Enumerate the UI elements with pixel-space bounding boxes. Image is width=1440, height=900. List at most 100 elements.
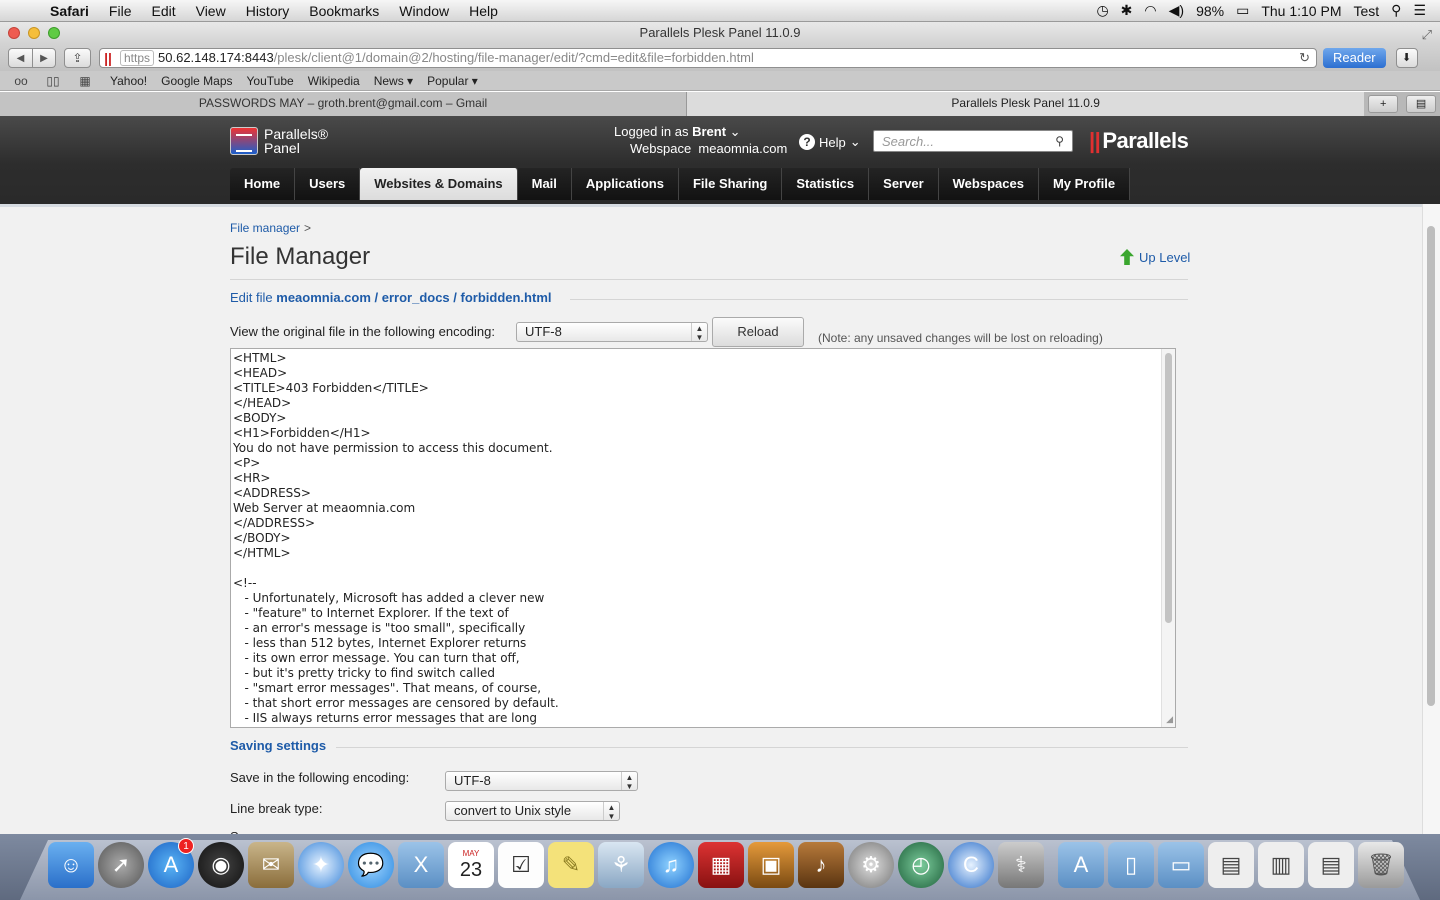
minimize-window-icon[interactable] xyxy=(28,27,40,39)
file-content-text[interactable]: <HTML> <HEAD> <TITLE>403 Forbidden</TITL… xyxy=(231,349,1175,727)
page-content: File manager > File Manager Up Level Edit… xyxy=(0,204,1422,844)
reload-button[interactable]: Reload xyxy=(712,317,804,347)
spotlight-icon[interactable]: ⚲ xyxy=(1391,2,1401,19)
menu-bookmarks[interactable]: Bookmarks xyxy=(299,3,389,19)
battery-percent[interactable]: 98% xyxy=(1196,3,1224,19)
nav-server[interactable]: Server xyxy=(869,168,939,200)
window-icon-3[interactable]: ▤ xyxy=(1308,842,1354,888)
nav-applications[interactable]: Applications xyxy=(571,168,679,200)
plesk-logo[interactable]: Parallels® Panel xyxy=(230,127,328,155)
time-machine-icon[interactable]: ◴ xyxy=(898,842,944,888)
editor-scrollbar-thumb[interactable] xyxy=(1165,353,1172,623)
share-icon[interactable]: ⇪ xyxy=(64,47,91,68)
bookmarks-book-icon[interactable]: ▯▯ xyxy=(42,74,64,88)
calendar-icon[interactable]: MAY 23 xyxy=(448,842,494,888)
folder-icon[interactable]: X xyxy=(398,842,444,888)
editor-scrollbar[interactable] xyxy=(1161,349,1175,727)
nav-users[interactable]: Users xyxy=(295,168,361,200)
zoom-window-icon[interactable] xyxy=(48,27,60,39)
nav-websites-domains[interactable]: Websites & Domains xyxy=(360,168,518,200)
forward-icon[interactable]: ▶ xyxy=(32,48,55,67)
logged-in-user-menu[interactable]: Brent xyxy=(692,124,726,139)
mail-icon[interactable]: ✉ xyxy=(248,842,294,888)
downloads-icon[interactable]: ⬇ xyxy=(1395,47,1418,68)
reading-list-icon[interactable]: oo xyxy=(10,74,32,88)
page-scrollbar-thumb[interactable] xyxy=(1427,226,1435,706)
menu-app-safari[interactable]: Safari xyxy=(40,3,99,19)
nav-home[interactable]: Home xyxy=(230,168,296,200)
bookmark-wikipedia[interactable]: Wikipedia xyxy=(308,74,360,88)
trash-icon[interactable]: 🗑 xyxy=(1358,842,1404,888)
bookmark-news-folder[interactable]: News ▾ xyxy=(374,74,413,88)
chevron-down-icon[interactable]: ⌄ xyxy=(730,124,741,139)
address-bar[interactable]: || https 50.62.148.174:8443 /plesk/clien… xyxy=(99,47,1317,68)
bookmark-popular-folder[interactable]: Popular ▾ xyxy=(427,74,478,88)
menu-edit[interactable]: Edit xyxy=(141,3,185,19)
dashboard-icon[interactable]: ◉ xyxy=(198,842,244,888)
clock[interactable]: Thu 1:10 PM xyxy=(1261,3,1341,19)
reload-icon[interactable]: ↻ xyxy=(1299,50,1310,66)
tab-plesk[interactable]: Parallels Plesk Panel 11.0.9 xyxy=(687,92,1365,116)
downloads-folder-icon[interactable]: ▭ xyxy=(1158,842,1204,888)
volume-icon[interactable]: ◀) xyxy=(1169,2,1184,19)
page-scrollbar[interactable] xyxy=(1422,204,1440,834)
bookmark-youtube[interactable]: YouTube xyxy=(247,74,294,88)
user-name[interactable]: Test xyxy=(1353,3,1379,19)
menu-history[interactable]: History xyxy=(236,3,300,19)
notification-center-icon[interactable]: ☰ xyxy=(1413,2,1426,19)
time-machine-status-icon[interactable]: ◷ xyxy=(1096,2,1108,19)
view-encoding-select[interactable]: UTF-8 ▲ ▼ xyxy=(516,322,708,342)
cleanup-icon[interactable]: C xyxy=(948,842,994,888)
line-break-select[interactable]: convert to Unix style ▲ ▼ xyxy=(445,801,620,821)
menu-window[interactable]: Window xyxy=(389,3,459,19)
itunes-icon[interactable]: ♫ xyxy=(648,842,694,888)
breadcrumb-file-manager[interactable]: File manager xyxy=(230,221,300,235)
search-input[interactable]: Search... ⚲ xyxy=(873,130,1073,152)
search-icon[interactable]: ⚲ xyxy=(1055,134,1064,148)
wifi-icon[interactable]: ◠ xyxy=(1144,2,1156,19)
bookmark-google-maps[interactable]: Google Maps xyxy=(161,74,232,88)
finder-icon[interactable]: ☺ xyxy=(48,842,94,888)
top-sites-grid-icon[interactable]: ▦ xyxy=(74,74,96,88)
applications-folder-icon[interactable]: A xyxy=(1058,842,1104,888)
menu-file[interactable]: File xyxy=(99,3,142,19)
resize-grip-icon[interactable]: ◢ xyxy=(1166,714,1173,725)
bluetooth-icon[interactable]: ✱ xyxy=(1121,2,1133,19)
photos-icon[interactable]: ⚘ xyxy=(598,842,644,888)
photo-booth-icon[interactable]: ▦ xyxy=(698,842,744,888)
garageband-icon[interactable]: ♪ xyxy=(798,842,844,888)
nav-my-profile[interactable]: My Profile xyxy=(1038,168,1131,200)
safari-icon[interactable]: ✦ xyxy=(298,842,344,888)
up-level-link[interactable]: Up Level xyxy=(1120,249,1190,265)
bookmark-yahoo[interactable]: Yahoo! xyxy=(110,74,147,88)
back-icon[interactable]: ◀ xyxy=(9,49,32,67)
window-icon-2[interactable]: ▥ xyxy=(1258,842,1304,888)
app-store-icon[interactable]: A1 xyxy=(148,838,194,888)
tab-overview-icon[interactable]: ▤ xyxy=(1406,95,1436,113)
file-content-editor[interactable]: <HTML> <HEAD> <TITLE>403 Forbidden</TITL… xyxy=(230,348,1176,728)
webspace-name[interactable]: meaomnia.com xyxy=(698,141,787,156)
save-encoding-select[interactable]: UTF-8 ▲ ▼ xyxy=(445,771,638,791)
menu-view[interactable]: View xyxy=(186,3,236,19)
nav-file-sharing[interactable]: File Sharing xyxy=(678,168,783,200)
battery-icon[interactable]: ▭ xyxy=(1236,2,1249,19)
messages-icon[interactable]: 💬 xyxy=(348,842,394,888)
window-icon-1[interactable]: ▤ xyxy=(1208,842,1254,888)
menu-help[interactable]: Help xyxy=(459,3,508,19)
close-window-icon[interactable] xyxy=(8,27,20,39)
disk-utility-icon[interactable]: ⚕ xyxy=(998,842,1044,888)
nav-mail[interactable]: Mail xyxy=(517,168,572,200)
notes-icon[interactable]: ✎ xyxy=(548,842,594,888)
nav-webspaces[interactable]: Webspaces xyxy=(938,168,1039,200)
help-menu[interactable]: ? Help ⌄ xyxy=(799,134,861,150)
new-tab-icon[interactable]: + xyxy=(1368,95,1399,113)
documents-folder-icon[interactable]: ▯ xyxy=(1108,842,1154,888)
fullscreen-icon[interactable]: ⤢ xyxy=(1422,24,1432,46)
launchpad-icon[interactable]: ➚ xyxy=(98,842,144,888)
reminders-icon[interactable]: ☑ xyxy=(498,842,544,888)
nav-statistics[interactable]: Statistics xyxy=(782,168,870,200)
iphoto-icon[interactable]: ▣ xyxy=(748,842,794,888)
reader-button[interactable]: Reader xyxy=(1323,47,1386,68)
tab-gmail[interactable]: PASSWORDS MAY – groth.brent@gmail.com – … xyxy=(0,92,688,116)
system-preferences-icon[interactable]: ⚙ xyxy=(848,842,894,888)
